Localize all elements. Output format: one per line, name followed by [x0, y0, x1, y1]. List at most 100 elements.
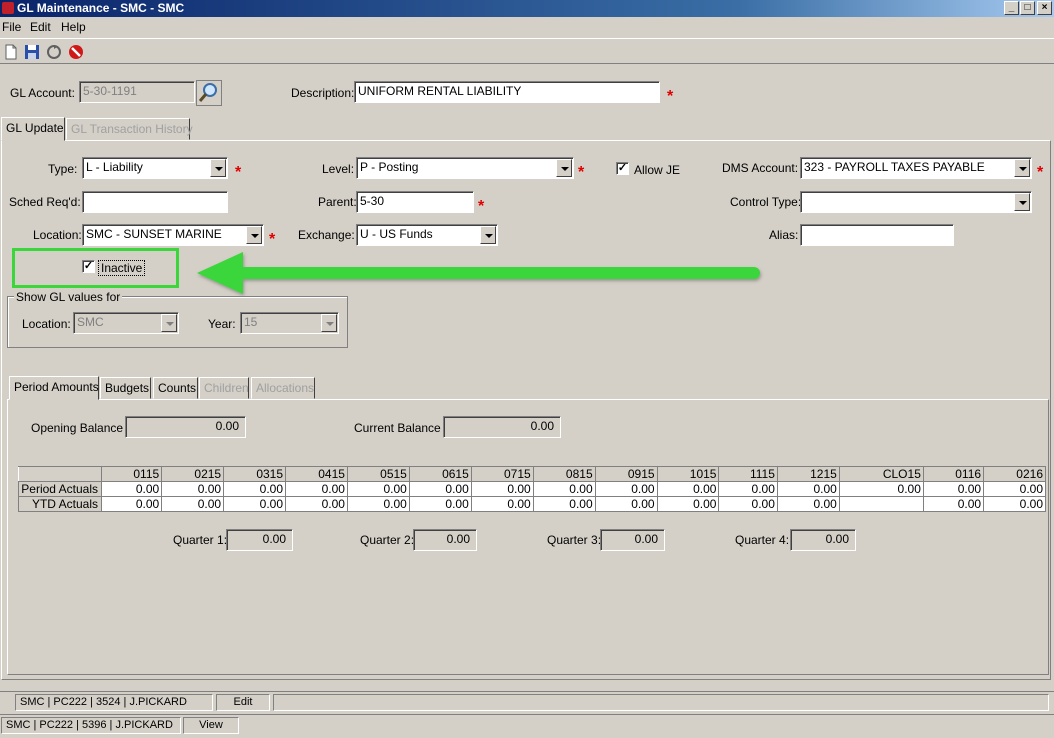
save-icon[interactable]: [24, 44, 40, 60]
grid-column-header: 0815: [532, 466, 596, 482]
inactive-label: Inactive: [98, 260, 146, 276]
required-marker: *: [478, 198, 485, 215]
required-marker: *: [269, 231, 276, 248]
grid-cell[interactable]: 0.00: [346, 481, 410, 497]
sched-reqd-field[interactable]: [82, 191, 228, 213]
tab-gl-update[interactable]: GL Update: [1, 117, 65, 141]
grid-cell[interactable]: 0.00: [100, 481, 163, 497]
sched-reqd-label: Sched Req'd:: [9, 195, 81, 209]
grid-cell[interactable]: 0.00: [718, 481, 778, 497]
quarter-1-field: 0.00: [226, 529, 293, 551]
year-dropdown[interactable]: 15: [240, 312, 339, 334]
grid-row-label: Period Actuals: [18, 481, 102, 497]
grid-cell[interactable]: [838, 496, 924, 512]
new-document-icon[interactable]: [3, 44, 19, 60]
menu-file[interactable]: File: [2, 20, 21, 34]
grid-cell[interactable]: 0.00: [100, 496, 163, 512]
allow-je-checkbox[interactable]: ✓: [616, 162, 629, 175]
status-mode: Edit: [216, 694, 270, 711]
show-location-dropdown[interactable]: SMC: [73, 312, 179, 334]
exchange-dropdown[interactable]: U - US Funds: [356, 224, 498, 246]
chevron-down-icon[interactable]: [210, 159, 226, 177]
type-dropdown[interactable]: L - Liability: [82, 157, 228, 179]
grid-cell[interactable]: 0.00: [161, 496, 225, 512]
cancel-icon[interactable]: [68, 44, 84, 60]
tab-budgets[interactable]: Budgets: [100, 377, 151, 399]
location-dropdown[interactable]: SMC - SUNSET MARINE: [82, 224, 264, 246]
tab-gl-transaction-history[interactable]: GL Transaction History: [66, 118, 193, 140]
search-magnifier-icon[interactable]: [196, 80, 222, 106]
grid-cell[interactable]: 0.00: [223, 481, 287, 497]
grid-cell[interactable]: 0.00: [776, 496, 840, 512]
tab-counts[interactable]: Counts: [153, 377, 198, 399]
status-session: SMC | PC222 | 3524 | J.PICKARD: [15, 694, 213, 711]
inactive-highlight-box: [12, 248, 179, 288]
type-label: Type:: [48, 162, 78, 176]
chevron-down-icon[interactable]: [480, 226, 496, 244]
level-value: P - Posting: [360, 160, 419, 174]
alias-field[interactable]: [800, 224, 954, 246]
level-dropdown[interactable]: P - Posting: [356, 157, 574, 179]
chevron-down-icon[interactable]: [1014, 193, 1030, 211]
close-button[interactable]: ×: [1037, 1, 1052, 15]
menu-edit[interactable]: Edit: [30, 20, 51, 34]
grid-cell[interactable]: 0.00: [594, 496, 658, 512]
grid-cell[interactable]: 0.00: [532, 481, 596, 497]
level-label: Level:: [322, 162, 355, 176]
grid-column-header: 0615: [408, 466, 472, 482]
grid-cell[interactable]: 0.00: [285, 481, 348, 497]
chevron-down-icon[interactable]: [556, 159, 572, 177]
table-row: YTD Actuals 0.00 0.00 0.00 0.00 0.00 0.00 0.00 0…: [18, 496, 1046, 512]
parent-field[interactable]: 5-30: [356, 191, 474, 213]
tab-children[interactable]: Children: [199, 377, 249, 399]
grid-cell[interactable]: 0.00: [718, 496, 778, 512]
grid-cell[interactable]: 0.00: [594, 481, 658, 497]
quarter-4-label: Quarter 4:: [735, 533, 790, 547]
tab-period-amounts[interactable]: Period Amounts: [9, 376, 99, 400]
allow-je-label: Allow JE: [634, 163, 681, 177]
grid-cell[interactable]: 0.00: [838, 481, 924, 497]
inactive-checkbox[interactable]: ✓: [82, 260, 95, 273]
period-amounts-panel: [7, 399, 1049, 675]
grid-column-header: 0915: [594, 466, 658, 482]
grid-cell[interactable]: 0.00: [656, 481, 720, 497]
quarter-3-field: 0.00: [600, 529, 665, 551]
chevron-down-icon[interactable]: [246, 226, 262, 244]
grid-column-header: 0715: [470, 466, 534, 482]
grid-cell[interactable]: 0.00: [346, 496, 410, 512]
grid-cell[interactable]: 0.00: [983, 481, 1046, 497]
grid-cell[interactable]: 0.00: [223, 496, 287, 512]
quarter-4-field: 0.00: [790, 529, 856, 551]
tab-allocations[interactable]: Allocations: [251, 377, 315, 399]
grid-cell[interactable]: 0.00: [408, 496, 472, 512]
grid-column-header: 0415: [285, 466, 348, 482]
opening-balance-label: Opening Balance: [31, 421, 124, 435]
grid-cell[interactable]: 0.00: [922, 481, 985, 497]
chevron-down-icon[interactable]: [321, 314, 337, 332]
control-type-dropdown[interactable]: [800, 191, 1032, 213]
description-field[interactable]: UNIFORM RENTAL LIABILITY: [354, 81, 660, 103]
minimize-button[interactable]: _: [1004, 1, 1019, 15]
menu-help[interactable]: Help: [61, 20, 86, 34]
grid-cell[interactable]: 0.00: [470, 496, 534, 512]
show-location-label: Location:: [22, 317, 71, 331]
grid-column-header: 1015: [656, 466, 720, 482]
period-grid[interactable]: 0115 0215 0315 0415 0515 0615 0715 0815 0915 1015…: [18, 466, 1046, 512]
grid-cell[interactable]: 0.00: [408, 481, 472, 497]
grid-cell[interactable]: 0.00: [285, 496, 348, 512]
grid-cell[interactable]: 0.00: [532, 496, 596, 512]
chevron-down-icon[interactable]: [161, 314, 177, 332]
maximize-button[interactable]: □: [1020, 1, 1035, 15]
grid-cell[interactable]: 0.00: [161, 481, 225, 497]
grid-cell[interactable]: 0.00: [922, 496, 985, 512]
chevron-down-icon[interactable]: [1014, 159, 1030, 177]
grid-cell[interactable]: 0.00: [656, 496, 720, 512]
dms-account-value: 323 - PAYROLL TAXES PAYABLE: [804, 160, 985, 174]
toolbar: [0, 38, 1054, 64]
dms-account-dropdown[interactable]: 323 - PAYROLL TAXES PAYABLE: [800, 157, 1032, 179]
grid-cell[interactable]: 0.00: [983, 496, 1046, 512]
gl-account-field[interactable]: 5-30-1191: [79, 81, 195, 103]
refresh-icon[interactable]: [46, 44, 62, 60]
grid-cell[interactable]: 0.00: [776, 481, 840, 497]
grid-cell[interactable]: 0.00: [470, 481, 534, 497]
